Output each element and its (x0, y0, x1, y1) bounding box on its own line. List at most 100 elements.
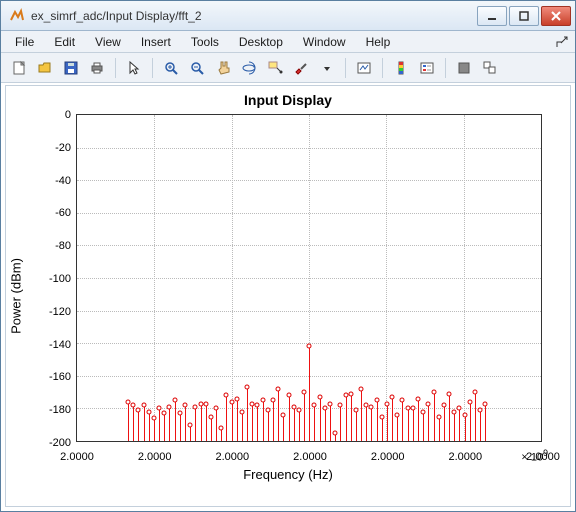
print-icon[interactable] (85, 56, 109, 80)
stem (252, 404, 253, 441)
y-tick-label: -140 (6, 339, 71, 351)
data-marker (214, 406, 219, 411)
stem (346, 395, 347, 441)
data-marker (333, 430, 338, 435)
y-tick-label: -120 (6, 306, 71, 318)
dock-icon[interactable] (555, 35, 569, 49)
data-marker (436, 414, 441, 419)
maximize-button[interactable] (509, 6, 539, 26)
data-marker (146, 409, 151, 414)
hide-tools-icon[interactable] (452, 56, 476, 80)
stem (304, 392, 305, 441)
stem (268, 410, 269, 441)
chart-title: Input Display (6, 86, 570, 108)
open-icon[interactable] (33, 56, 57, 80)
y-tick-label: -60 (6, 207, 71, 219)
data-marker (141, 403, 146, 408)
brush-dropdown-icon[interactable] (315, 56, 339, 80)
stem (325, 408, 326, 441)
data-marker (234, 396, 239, 401)
save-icon[interactable] (59, 56, 83, 80)
zoom-in-icon[interactable] (159, 56, 183, 80)
close-button[interactable] (541, 6, 571, 26)
stem (402, 400, 403, 441)
stem (263, 400, 264, 441)
data-marker (457, 406, 462, 411)
data-marker (359, 386, 364, 391)
data-marker (431, 390, 436, 395)
menu-file[interactable]: File (7, 33, 42, 51)
stem (180, 413, 181, 441)
data-marker (286, 393, 291, 398)
pan-icon[interactable] (211, 56, 235, 80)
minimize-button[interactable] (477, 6, 507, 26)
data-marker (395, 412, 400, 417)
pointer-icon[interactable] (122, 56, 146, 80)
link-plot-icon[interactable] (352, 56, 376, 80)
menu-insert[interactable]: Insert (133, 33, 179, 51)
window-controls (477, 6, 571, 26)
x-tick-label: 2.0000 (526, 451, 560, 463)
data-marker (188, 422, 193, 427)
toolbar-separator (115, 58, 116, 78)
stem (195, 407, 196, 441)
axes[interactable] (76, 114, 542, 442)
x-tick-label: 2.0000 (216, 451, 250, 463)
menu-tools[interactable]: Tools (183, 33, 227, 51)
figure-area: Input Display Power (dBm) Frequency (Hz)… (5, 85, 571, 507)
y-axis-label: Power (dBm) (9, 258, 24, 334)
data-marker (400, 398, 405, 403)
data-marker (157, 406, 162, 411)
legend-icon[interactable] (415, 56, 439, 80)
x-tick-label: 2.0000 (293, 451, 327, 463)
toolbar-separator (445, 58, 446, 78)
data-marker (245, 385, 250, 390)
app-window: ex_simrf_adc/Input Display/fft_2 FileEdi… (0, 0, 576, 512)
stem (371, 407, 372, 441)
x-tick-label: 2.0000 (449, 451, 483, 463)
data-marker (208, 414, 213, 419)
stem (299, 410, 300, 441)
data-marker (379, 414, 384, 419)
y-tick-label: -40 (6, 175, 71, 187)
zoom-out-icon[interactable] (185, 56, 209, 80)
colorbar-icon[interactable] (389, 56, 413, 80)
stem (237, 399, 238, 441)
data-marker (260, 398, 265, 403)
data-marker (483, 401, 488, 406)
stem (159, 408, 160, 441)
stem (428, 404, 429, 441)
data-marker (162, 411, 167, 416)
stem (465, 415, 466, 441)
menu-desktop[interactable]: Desktop (231, 33, 291, 51)
y-tick-label: -80 (6, 240, 71, 252)
stem (226, 395, 227, 441)
data-cursor-icon[interactable] (263, 56, 287, 80)
brush-icon[interactable] (289, 56, 313, 80)
matlab-icon (9, 8, 25, 24)
data-marker (177, 411, 182, 416)
toolbar-separator (152, 58, 153, 78)
rotate-3d-icon[interactable] (237, 56, 261, 80)
stem (164, 413, 165, 441)
stem (459, 408, 460, 441)
data-marker (203, 401, 208, 406)
new-figure-icon[interactable] (7, 56, 31, 80)
show-tools-icon[interactable] (478, 56, 502, 80)
stem (128, 402, 129, 441)
menu-window[interactable]: Window (295, 33, 354, 51)
menu-help[interactable]: Help (358, 33, 399, 51)
stem (470, 402, 471, 441)
data-marker (255, 403, 260, 408)
y-tick-label: 0 (6, 109, 71, 121)
data-marker (265, 408, 270, 413)
stem (392, 397, 393, 441)
x-tick-label: 2.0000 (138, 451, 172, 463)
data-marker (426, 401, 431, 406)
data-marker (172, 398, 177, 403)
window-title: ex_simrf_adc/Input Display/fft_2 (31, 9, 477, 23)
data-marker (327, 401, 332, 406)
stem (480, 410, 481, 441)
menu-edit[interactable]: Edit (46, 33, 83, 51)
menu-view[interactable]: View (87, 33, 129, 51)
